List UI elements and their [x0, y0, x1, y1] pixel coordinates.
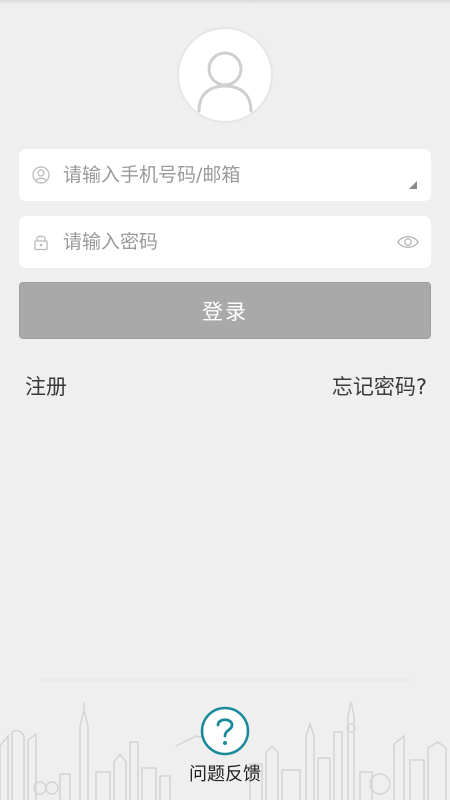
top-shadow: [0, 0, 450, 4]
password-input[interactable]: [63, 224, 393, 260]
account-field[interactable]: [19, 149, 431, 201]
feedback-button[interactable]: 问题反馈: [180, 706, 270, 796]
account-history-dropdown[interactable]: [409, 181, 417, 189]
register-link[interactable]: 注册: [25, 371, 67, 401]
question-circle-icon: [200, 706, 250, 756]
login-button[interactable]: 登录: [19, 282, 431, 339]
lock-outline-icon: [34, 235, 48, 251]
user-silhouette-icon: [197, 51, 253, 113]
account-input[interactable]: [63, 157, 393, 193]
feedback-label: 问题反馈: [189, 764, 261, 785]
user-outline-icon: [32, 166, 50, 184]
forgot-password-link[interactable]: 忘记密码?: [332, 371, 427, 401]
eye-outline-icon[interactable]: [397, 232, 419, 252]
avatar[interactable]: [179, 29, 271, 121]
password-field[interactable]: [19, 216, 431, 268]
